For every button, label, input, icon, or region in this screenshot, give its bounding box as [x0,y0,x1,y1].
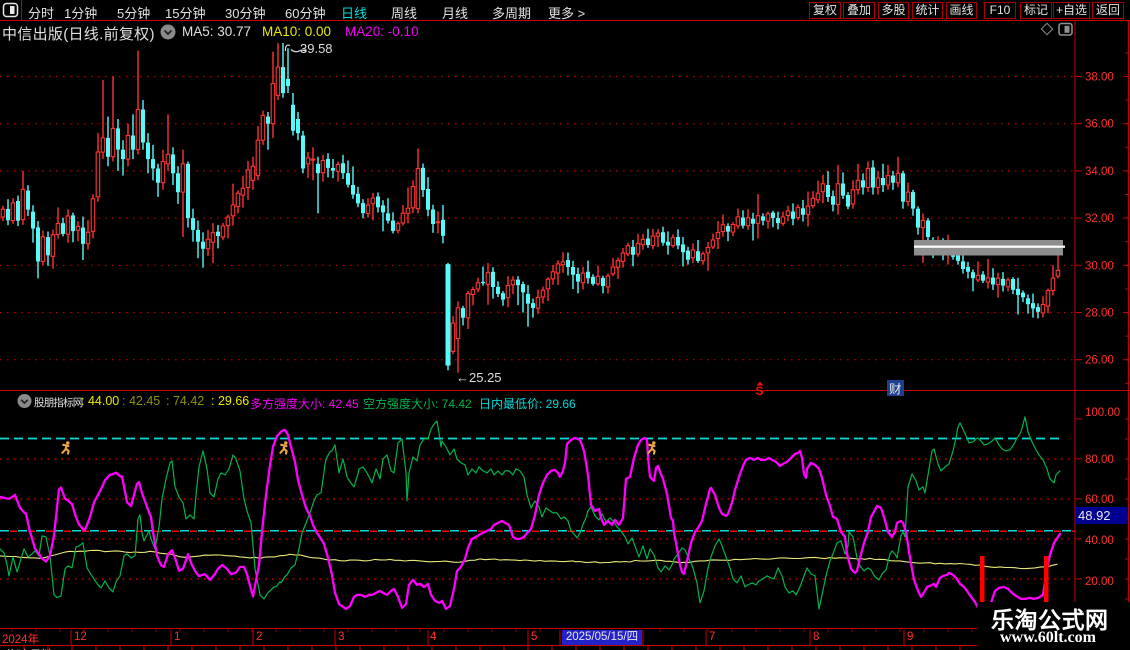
svg-text:34.00: 34.00 [1085,166,1114,178]
svg-text:80.00: 80.00 [1085,454,1114,466]
svg-text:32.00: 32.00 [1085,213,1114,225]
svg-text:100.00: 100.00 [1085,407,1120,419]
svg-text:30.00: 30.00 [1085,260,1114,272]
svg-text:28.00: 28.00 [1085,308,1114,320]
svg-text:40.00: 40.00 [1085,535,1114,547]
svg-text:38.00: 38.00 [1085,72,1114,84]
svg-text:26.00: 26.00 [1085,355,1114,367]
svg-text:39.58: 39.58 [300,41,333,56]
svg-text:36.00: 36.00 [1085,119,1114,131]
svg-text:60.00: 60.00 [1085,494,1114,506]
svg-text:财: 财 [889,383,902,397]
svg-text:S: S [756,384,764,398]
svg-text:←25.25: ←25.25 [456,370,502,385]
svg-text:20.00: 20.00 [1085,576,1114,588]
